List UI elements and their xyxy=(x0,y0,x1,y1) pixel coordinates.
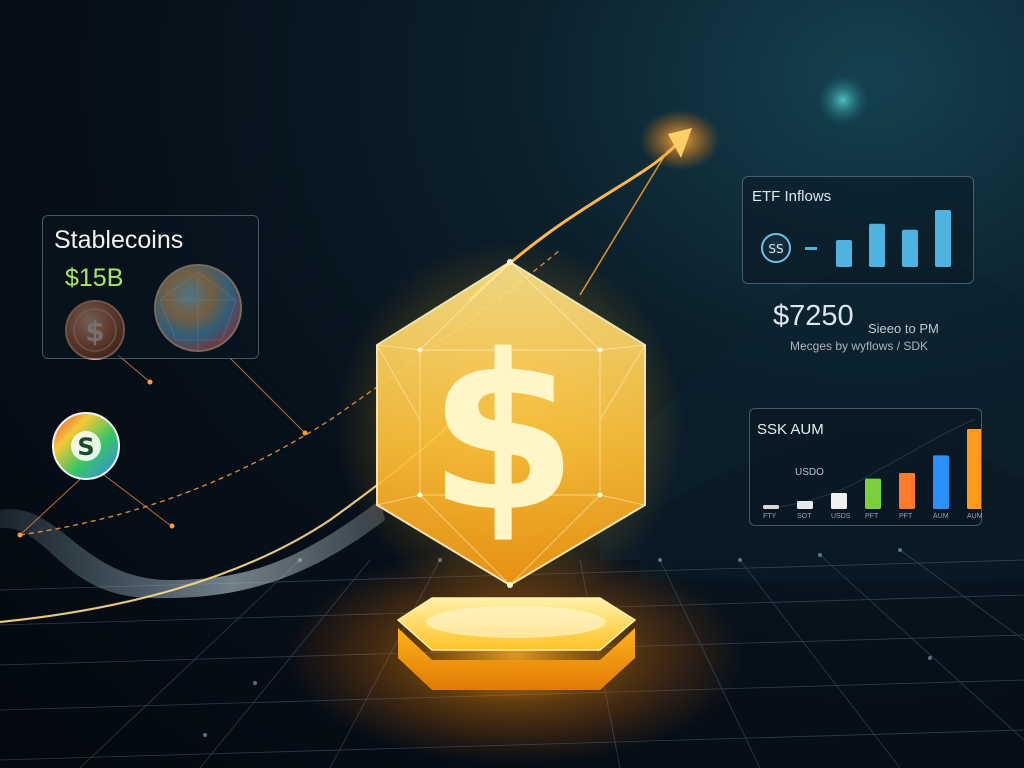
aum-bar xyxy=(763,505,779,509)
aum-bar xyxy=(797,501,813,509)
aum-x-label: PFT xyxy=(865,513,879,520)
aum-x-label: SOT xyxy=(797,513,812,520)
svg-text:S: S xyxy=(77,433,94,461)
caption-line-1: Sieeo to PM xyxy=(868,321,939,336)
aum-x-label: AUM xyxy=(933,513,949,520)
caption-line-2: Mecges by wyflows / SDK xyxy=(790,339,929,353)
etf-inflows-chart: SS xyxy=(761,210,951,267)
aum-bar xyxy=(933,455,949,509)
multicolor-coin: S xyxy=(52,412,120,480)
etf-bar xyxy=(869,223,885,267)
dash-icon xyxy=(805,247,817,250)
aum-chart xyxy=(763,418,981,510)
etf-inflows-panel: ETF Inflows SS xyxy=(742,176,974,284)
aum-bar xyxy=(967,429,981,509)
aum-bar xyxy=(899,473,915,509)
background-scene: $ $ S xyxy=(0,74,1024,768)
stablecoins-title: Stablecoins xyxy=(54,226,184,254)
aum-x-label: PFT xyxy=(899,513,913,520)
dollar-symbol: $ xyxy=(428,308,578,559)
value-text: $7250 xyxy=(773,300,854,332)
aum-bar xyxy=(865,478,881,509)
ss-badge-label: SS xyxy=(768,242,783,256)
stablecoins-value: $15B xyxy=(65,264,124,292)
aum-x-label: USDS xyxy=(831,513,851,520)
aum-panel: SSK AUM USDO FTY SOT USDS PFT PFT AUM AUM xyxy=(749,408,983,526)
aum-x-label: FTY xyxy=(763,513,777,520)
etf-bar xyxy=(836,240,852,267)
etf-bar xyxy=(935,210,951,267)
aum-x-label: AUM xyxy=(967,513,983,520)
pedestal xyxy=(396,597,637,690)
etf-bar xyxy=(902,229,918,267)
stablecoins-panel: Stablecoins $15B xyxy=(42,215,259,359)
aum-bar xyxy=(831,493,847,509)
